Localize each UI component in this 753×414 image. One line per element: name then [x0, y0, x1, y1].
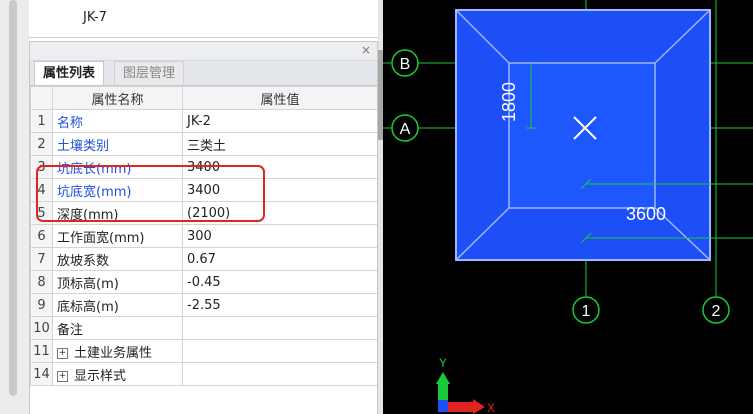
row-number: 7 [30, 247, 53, 271]
property-value[interactable]: JK-2 [182, 109, 377, 133]
table-row[interactable]: 7 放坡系数 0.67 [30, 247, 377, 271]
axis-label-2: 2 [712, 303, 721, 320]
property-name: 放坡系数 [52, 247, 183, 271]
table-row[interactable]: 8 顶标高(m) -0.45 [30, 270, 377, 294]
property-name: 名称 [52, 109, 183, 133]
property-value[interactable]: -2.55 [182, 293, 377, 317]
table-row[interactable]: 5 深度(mm) (2100) [30, 201, 377, 225]
axis-label-a: A [400, 121, 411, 138]
row-number-header [30, 86, 53, 110]
property-group-name[interactable]: + 土建业务属性 [52, 339, 183, 363]
property-name: 底标高(m) [52, 293, 183, 317]
table-row[interactable]: 3 坑底长(mm) 3400 [30, 155, 377, 179]
table-row[interactable]: 9 底标高(m) -2.55 [30, 293, 377, 317]
property-value[interactable]: 三类土 [182, 132, 377, 156]
row-number: 14 [30, 362, 53, 386]
property-name: 土壤类别 [52, 132, 183, 156]
table-row[interactable]: 2 土壤类别 三类土 [30, 132, 377, 156]
drawing-svg: 1800 3600 B A 1 2 Y X [383, 0, 753, 414]
column-header-value: 属性值 [182, 86, 377, 110]
row-number: 5 [30, 201, 53, 225]
property-group-name[interactable]: + 显示样式 [52, 362, 183, 386]
row-number: 2 [30, 132, 53, 156]
property-value [182, 362, 377, 386]
tab-property-list[interactable]: 属性列表 [34, 61, 105, 85]
property-tabs: 属性列表 图层管理 [30, 61, 377, 86]
row-number: 4 [30, 178, 53, 202]
dimension-text-horizontal: 3600 [626, 204, 666, 224]
component-list-item[interactable]: JK-7 [83, 10, 107, 25]
ucs-y-label: Y [439, 356, 447, 370]
drawing-canvas[interactable]: 1800 3600 B A 1 2 Y X [383, 0, 753, 414]
property-name: 工作面宽(mm) [52, 224, 183, 248]
row-number: 10 [30, 316, 53, 340]
property-value[interactable]: 3400 [182, 178, 377, 202]
property-name: 备注 [52, 316, 183, 340]
property-group-label: 显示样式 [74, 368, 127, 384]
table-header-row: 属性名称 属性值 [30, 86, 377, 110]
table-row-group[interactable]: 14 + 显示样式 [30, 362, 377, 386]
table-row[interactable]: 10 备注 [30, 316, 377, 340]
table-row[interactable]: 4 坑底宽(mm) 3400 [30, 178, 377, 202]
property-panel: × 属性列表 图层管理 属性名称 属性值 1 名称 JK-2 2 土壤类别 三类… [29, 41, 378, 414]
property-value[interactable]: 3400 [182, 155, 377, 179]
property-table: 属性名称 属性值 1 名称 JK-2 2 土壤类别 三类土 3 坑底长(mm) … [30, 86, 377, 386]
tab-layer-management[interactable]: 图层管理 [114, 61, 185, 85]
component-list-panel: JK-7 [29, 0, 378, 38]
table-row-group[interactable]: 11 + 土建业务属性 [30, 339, 377, 363]
expand-icon[interactable]: + [57, 370, 68, 382]
expand-icon[interactable]: + [57, 347, 68, 359]
property-value[interactable]: 300 [182, 224, 377, 248]
ucs-y-arrow-icon [436, 372, 450, 384]
ucs-x-arrow-icon [473, 399, 485, 414]
row-number: 1 [30, 109, 53, 133]
left-gutter [0, 0, 29, 414]
property-name: 顶标高(m) [52, 270, 183, 294]
property-value[interactable]: 0.67 [182, 247, 377, 271]
dimension-text-vertical: 1800 [499, 82, 519, 122]
property-value[interactable]: (2100) [182, 201, 377, 225]
ucs-x-label: X [487, 401, 495, 414]
property-value [182, 339, 377, 363]
property-name: 坑底长(mm) [52, 155, 183, 179]
property-value[interactable]: -0.45 [182, 270, 377, 294]
table-row[interactable]: 6 工作面宽(mm) 300 [30, 224, 377, 248]
axis-label-b: B [400, 56, 411, 73]
property-name: 坑底宽(mm) [52, 178, 183, 202]
column-header-name: 属性名称 [52, 86, 183, 110]
property-panel-titlebar: × [30, 42, 377, 61]
ucs-origin-icon [438, 400, 448, 412]
row-number: 6 [30, 224, 53, 248]
close-icon[interactable]: × [361, 43, 371, 57]
property-value[interactable] [182, 316, 377, 340]
row-number: 8 [30, 270, 53, 294]
property-name: 深度(mm) [52, 201, 183, 225]
row-number: 11 [30, 339, 53, 363]
left-scrollbar[interactable] [9, 0, 17, 396]
row-number: 9 [30, 293, 53, 317]
axis-label-1: 1 [582, 303, 591, 320]
row-number: 3 [30, 155, 53, 179]
ucs-x-axis-icon [445, 402, 475, 412]
table-row[interactable]: 1 名称 JK-2 [30, 109, 377, 133]
property-group-label: 土建业务属性 [74, 345, 153, 361]
